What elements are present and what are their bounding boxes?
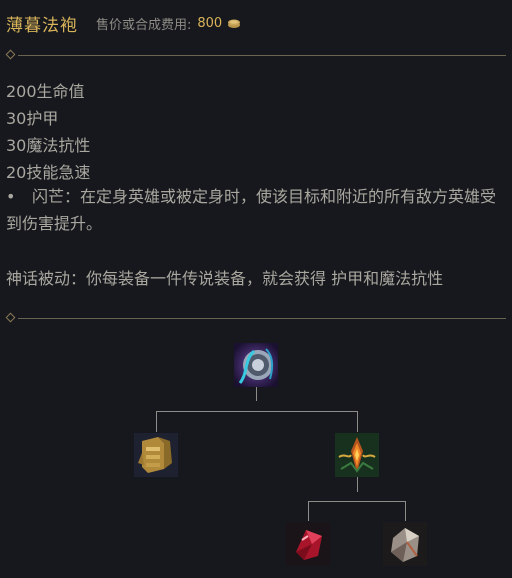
- ruby-crystal-icon[interactable]: [286, 522, 330, 566]
- build-tree-lines: [156, 387, 406, 521]
- cloth-armor-icon[interactable]: [383, 522, 427, 566]
- gold-armor-icon[interactable]: [134, 433, 178, 477]
- fire-crest-icon[interactable]: [335, 433, 379, 477]
- shadow-cloak-icon[interactable]: [234, 343, 278, 387]
